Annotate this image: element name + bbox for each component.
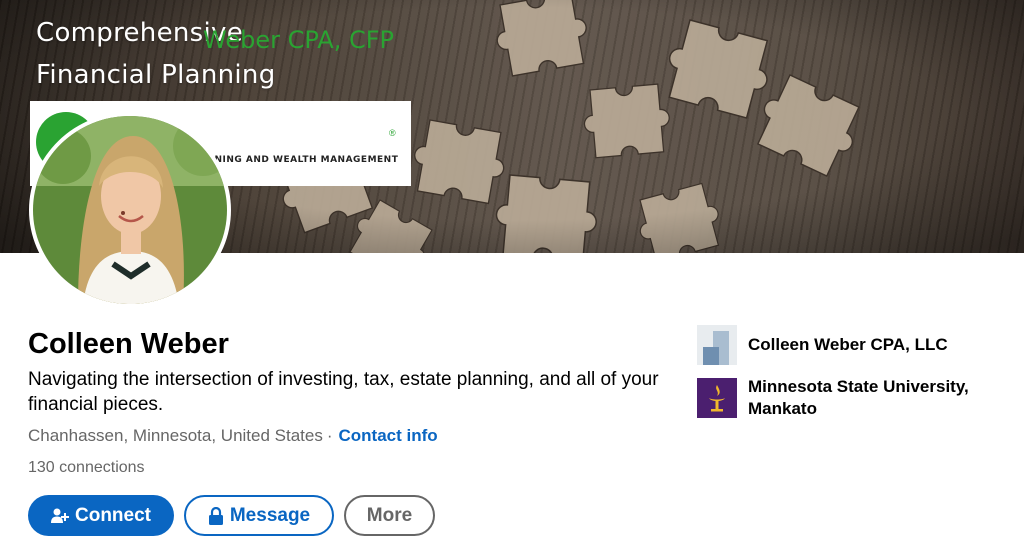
- brand-logo-text: Weber CPA, CFP: [203, 26, 394, 54]
- connections-label: connections: [59, 459, 145, 476]
- profile-avatar[interactable]: [29, 112, 231, 308]
- contact-info-link[interactable]: Contact info: [339, 426, 438, 445]
- brand-logo-subtitle: ANNING AND WEALTH MANAGEMENT: [199, 155, 399, 165]
- company-logo-icon: [697, 325, 737, 365]
- connect-button[interactable]: Connect: [28, 495, 174, 536]
- connections-count: 130 connections: [28, 459, 145, 477]
- separator-dot: ·: [326, 426, 333, 445]
- message-button[interactable]: Message: [184, 495, 334, 536]
- connect-button-label: Connect: [75, 504, 151, 526]
- current-company[interactable]: Colleen Weber CPA, LLC: [697, 325, 1008, 365]
- registered-mark: ®: [389, 128, 396, 138]
- profile-location: Chanhassen, Minnesota, United States: [28, 426, 323, 445]
- lock-icon: [208, 506, 224, 525]
- profile-name: Colleen Weber: [28, 328, 229, 360]
- university-logo-icon: [697, 378, 737, 418]
- more-button[interactable]: More: [344, 495, 435, 536]
- location-row: Chanhassen, Minnesota, United States · Con…: [28, 426, 438, 446]
- school-name: Minnesota State University, Mankato: [748, 377, 969, 418]
- message-button-label: Message: [229, 504, 311, 526]
- profile-headline: Navigating the intersection of investing…: [28, 369, 659, 415]
- banner-title: Comprehensive Financial Planning: [36, 12, 276, 96]
- education-school[interactable]: Minnesota State University, Mankato: [697, 376, 1008, 420]
- avatar-photo: [33, 116, 227, 304]
- more-button-label: More: [366, 504, 413, 526]
- add-person-icon: [51, 507, 69, 525]
- banner-title-line2: Financial Planning: [36, 60, 276, 90]
- connections-number: 130: [28, 459, 55, 476]
- company-name: Colleen Weber CPA, LLC: [748, 335, 948, 354]
